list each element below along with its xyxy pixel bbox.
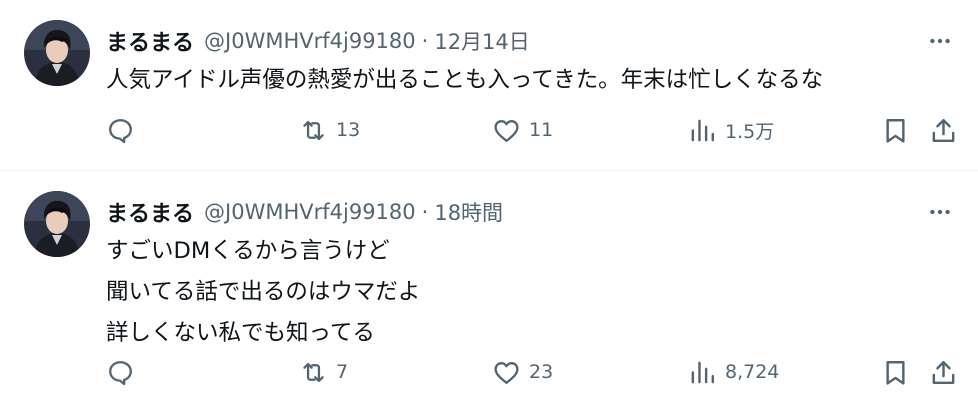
heart-icon xyxy=(494,361,519,384)
retweet-count: 7 xyxy=(336,361,349,383)
timestamp[interactable]: 12月14日 xyxy=(434,26,529,56)
views-count: 1.5万 xyxy=(725,120,775,143)
share-button[interactable] xyxy=(929,112,958,148)
bar-chart-icon xyxy=(691,361,714,383)
reply-bubble-icon xyxy=(109,118,132,143)
share-upload-icon xyxy=(932,360,955,384)
author-name[interactable]: まるまる xyxy=(106,25,194,57)
tweet-text-line: 詳しくない私でも知ってる xyxy=(106,320,375,346)
avatar[interactable] xyxy=(24,191,90,257)
like-count: 23 xyxy=(529,361,554,383)
tweet-card[interactable]: まるまる @J0WMHVrf4j99180 · 18時間 すごいDMくるから言う… xyxy=(0,171,978,404)
share-upload-icon xyxy=(932,118,955,142)
more-options-button[interactable] xyxy=(922,27,958,55)
like-button[interactable]: 11 xyxy=(492,112,553,148)
more-horizontal-icon xyxy=(930,209,950,215)
more-options-button[interactable] xyxy=(922,198,958,226)
action-bar: 7 23 8,724 xyxy=(106,354,958,390)
tweet-card[interactable]: まるまる @J0WMHVrf4j99180 · 12月14日 人気アイドル声優の… xyxy=(0,0,978,170)
tweet-text: すごいDMくるから言うけど 聞いてる話で出るのはウマだよ 詳しくない私でも知って… xyxy=(106,231,420,354)
author-handle[interactable]: @J0WMHVrf4j99180 xyxy=(204,200,416,224)
heart-icon xyxy=(494,119,519,142)
more-horizontal-icon xyxy=(930,38,950,44)
reply-bubble-icon xyxy=(109,360,132,385)
retweet-icon xyxy=(303,120,324,140)
tweet-text: 人気アイドル声優の熱愛が出ることも入ってきた。年末は忙しくなるな xyxy=(106,60,823,101)
timestamp[interactable]: 18時間 xyxy=(434,197,503,227)
retweet-count: 13 xyxy=(336,119,361,141)
retweet-button[interactable]: 13 xyxy=(299,112,360,148)
like-button[interactable]: 23 xyxy=(492,354,553,390)
action-bar: 13 11 1.5万 xyxy=(106,112,958,148)
tweet-text-line: すごいDMくるから言うけど xyxy=(106,238,390,264)
views-button[interactable]: 8,724 xyxy=(688,354,779,390)
views-button[interactable]: 1.5万 xyxy=(688,112,774,148)
tweet-text-line: 人気アイドル声優の熱愛が出ることも入ってきた。年末は忙しくなるな xyxy=(106,67,824,93)
views-count: 8,724 xyxy=(725,361,780,383)
like-count: 11 xyxy=(529,119,554,141)
tweet-text-line: 聞いてる話で出るのはウマだよ xyxy=(106,279,421,305)
bookmark-icon xyxy=(886,118,905,143)
retweet-icon xyxy=(303,362,324,382)
author-handle[interactable]: @J0WMHVrf4j99180 xyxy=(204,29,416,53)
bar-chart-icon xyxy=(691,119,714,141)
avatar[interactable] xyxy=(24,20,90,86)
separator-dot: · xyxy=(421,200,429,224)
bookmark-button[interactable] xyxy=(881,354,910,390)
reply-button[interactable] xyxy=(106,354,135,390)
retweet-button[interactable]: 7 xyxy=(299,354,348,390)
reply-button[interactable] xyxy=(106,112,135,148)
tweet-header: まるまる @J0WMHVrf4j99180 · 18時間 xyxy=(106,197,503,227)
bookmark-button[interactable] xyxy=(881,112,910,148)
bookmark-icon xyxy=(886,360,905,385)
tweet-header: まるまる @J0WMHVrf4j99180 · 12月14日 xyxy=(106,26,530,56)
separator-dot: · xyxy=(421,29,429,53)
share-button[interactable] xyxy=(929,354,958,390)
author-name[interactable]: まるまる xyxy=(106,196,194,228)
